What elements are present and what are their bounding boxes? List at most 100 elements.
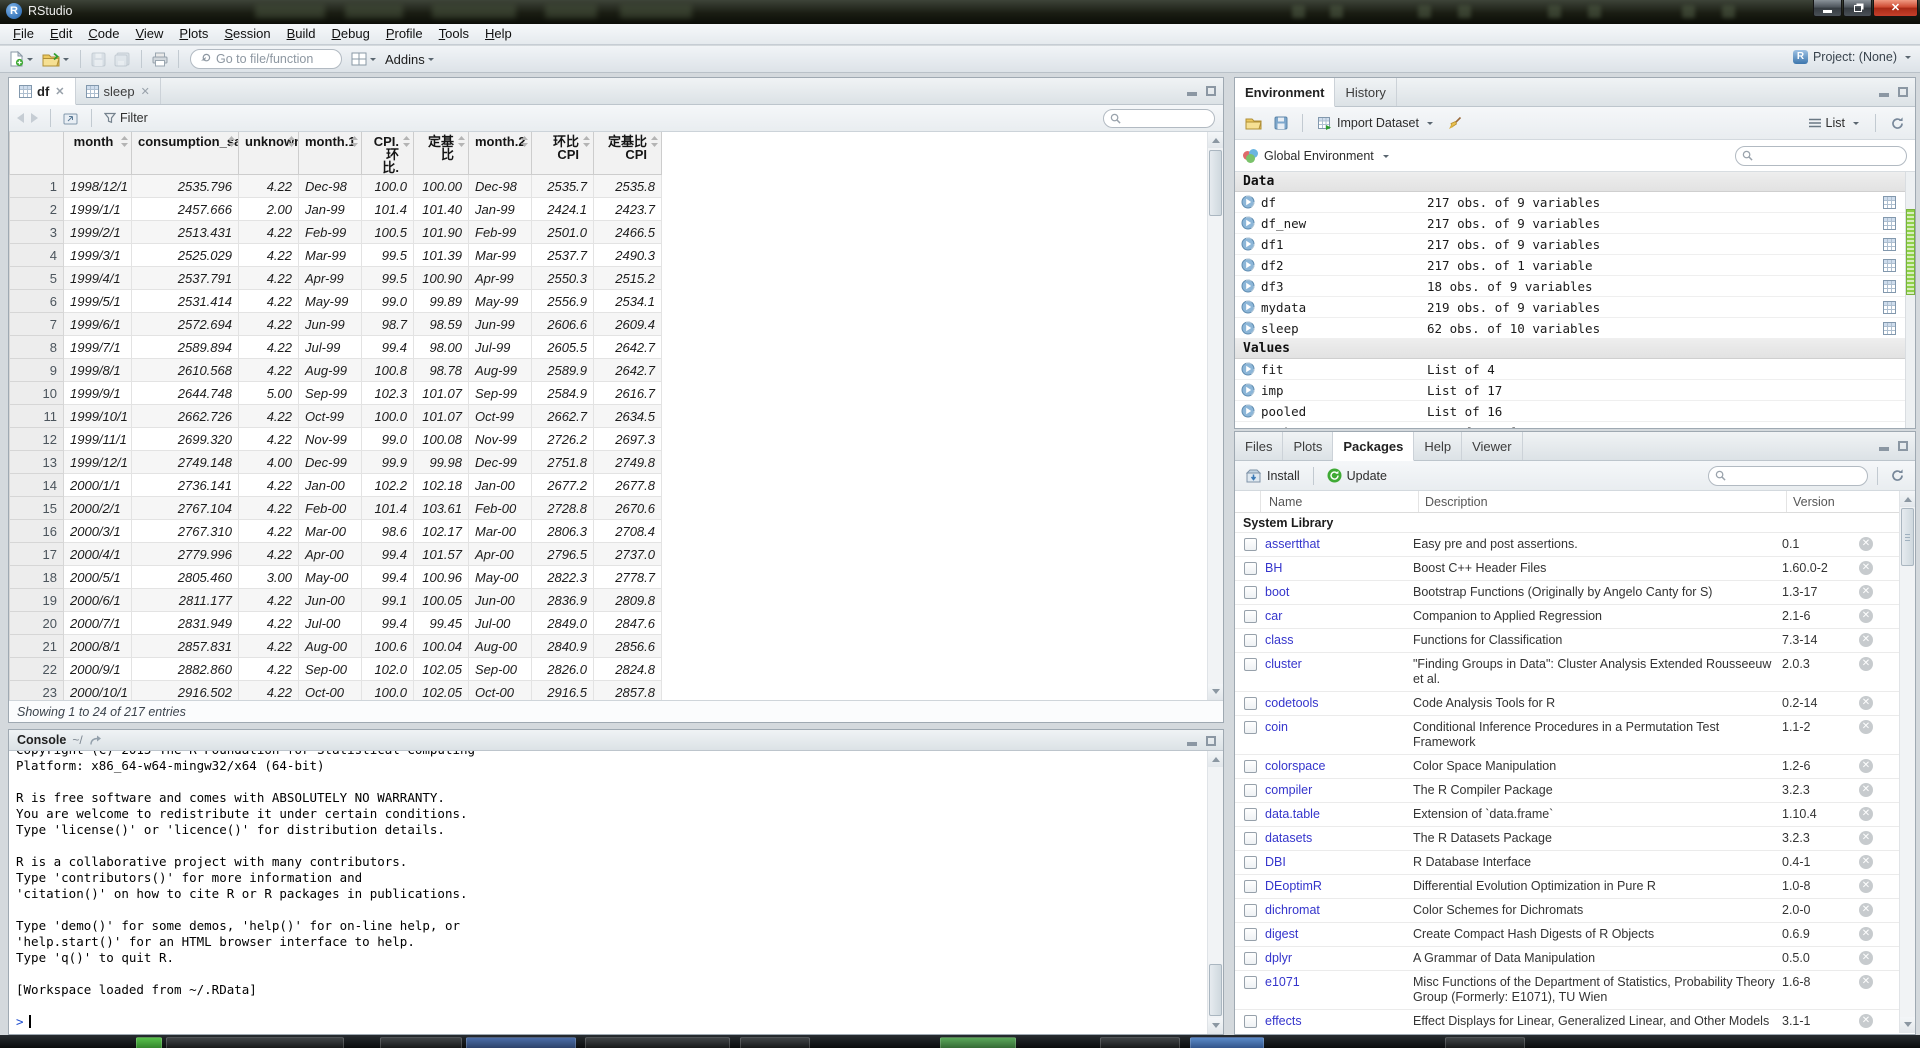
tab-history[interactable]: History: [1335, 78, 1397, 106]
menu-item-plots[interactable]: Plots: [171, 24, 216, 44]
expand-icon[interactable]: [1241, 321, 1255, 335]
update-button[interactable]: Update: [1323, 466, 1391, 485]
package-checkbox[interactable]: [1244, 880, 1257, 893]
open-in-new-window-icon[interactable]: [63, 112, 79, 125]
menu-item-view[interactable]: View: [127, 24, 171, 44]
sort-icon[interactable]: [121, 136, 128, 149]
minimize-pane-icon[interactable]: [1879, 93, 1889, 97]
package-remove-icon[interactable]: ✕: [1859, 975, 1873, 989]
package-name-link[interactable]: compiler: [1265, 782, 1413, 797]
package-name-link[interactable]: effects: [1265, 1013, 1413, 1028]
install-button[interactable]: Install: [1242, 467, 1304, 485]
environment-scrollbar[interactable]: [1905, 172, 1915, 428]
tab-help[interactable]: Help: [1414, 432, 1463, 460]
package-remove-icon[interactable]: ✕: [1859, 561, 1873, 575]
menu-item-file[interactable]: File: [5, 24, 42, 44]
maximize-pane-icon[interactable]: [1206, 86, 1216, 96]
package-checkbox[interactable]: [1244, 904, 1257, 917]
menu-item-build[interactable]: Build: [279, 24, 324, 44]
menu-item-debug[interactable]: Debug: [324, 24, 378, 44]
package-checkbox[interactable]: [1244, 697, 1257, 710]
window-restore-button[interactable]: [1843, 0, 1872, 17]
new-file-button[interactable]: [6, 48, 37, 70]
filter-button[interactable]: Filter: [104, 111, 148, 125]
taskbar-button[interactable]: [940, 1037, 1016, 1048]
column-description[interactable]: Description: [1419, 491, 1787, 512]
package-checkbox[interactable]: [1244, 784, 1257, 797]
package-name-link[interactable]: dichromat: [1265, 902, 1413, 917]
taskbar-button[interactable]: [1190, 1037, 1264, 1048]
tab-close-icon[interactable]: ✕: [141, 85, 150, 98]
package-name-link[interactable]: coin: [1265, 719, 1413, 734]
view-data-grid-icon[interactable]: [1883, 258, 1896, 272]
pane-layout-button[interactable]: [348, 48, 380, 70]
window-close-button[interactable]: ✕: [1873, 0, 1918, 17]
column-header[interactable]: month.1: [298, 132, 362, 175]
package-checkbox[interactable]: [1244, 856, 1257, 869]
taskbar-button[interactable]: [740, 1037, 810, 1048]
package-remove-icon[interactable]: ✕: [1859, 807, 1873, 821]
save-workspace-button[interactable]: [1271, 112, 1291, 134]
expand-icon[interactable]: [1241, 279, 1255, 293]
scroll-up-icon[interactable]: [1208, 132, 1223, 148]
package-remove-icon[interactable]: ✕: [1859, 585, 1873, 599]
open-file-button[interactable]: [39, 48, 73, 70]
environment-item[interactable]: df1 217 obs. of 9 variables: [1235, 234, 1905, 255]
package-checkbox[interactable]: [1244, 760, 1257, 773]
taskbar-button[interactable]: [1100, 1037, 1180, 1048]
scroll-down-icon[interactable]: [1208, 1018, 1223, 1034]
sort-icon[interactable]: [458, 136, 465, 149]
view-data-grid-icon[interactable]: [1883, 195, 1896, 209]
column-header[interactable]: consumption_sa: [131, 132, 239, 175]
print-button[interactable]: [149, 48, 171, 70]
package-name-link[interactable]: assertthat: [1265, 536, 1413, 551]
forward-icon[interactable]: [31, 113, 38, 123]
column-version[interactable]: Version: [1787, 491, 1873, 512]
menu-item-code[interactable]: Code: [80, 24, 127, 44]
packages-search-input[interactable]: [1708, 465, 1868, 486]
maximize-pane-icon[interactable]: [1898, 441, 1908, 451]
environment-item[interactable]: unknownnum [1:217] 4.22 2 4.22 4.22 4.22…: [1235, 422, 1905, 429]
menu-item-tools[interactable]: Tools: [431, 24, 477, 44]
package-name-link[interactable]: colorspace: [1265, 758, 1413, 773]
package-remove-icon[interactable]: ✕: [1859, 696, 1873, 710]
package-remove-icon[interactable]: ✕: [1859, 951, 1873, 965]
column-header[interactable]: month: [63, 132, 132, 175]
expand-icon[interactable]: [1241, 404, 1255, 418]
package-remove-icon[interactable]: ✕: [1859, 633, 1873, 647]
environment-item[interactable]: pooled List of 16: [1235, 401, 1905, 422]
package-name-link[interactable]: boot: [1265, 584, 1413, 599]
back-icon[interactable]: [17, 113, 24, 123]
tab-packages[interactable]: Packages: [1333, 432, 1415, 461]
package-remove-icon[interactable]: ✕: [1859, 903, 1873, 917]
package-checkbox[interactable]: [1244, 562, 1257, 575]
package-remove-icon[interactable]: ✕: [1859, 1014, 1873, 1028]
list-view-button[interactable]: List: [1805, 114, 1864, 132]
view-data-grid-icon[interactable]: [1883, 321, 1896, 335]
expand-icon[interactable]: [1241, 300, 1255, 314]
package-remove-icon[interactable]: ✕: [1859, 879, 1873, 893]
package-remove-icon[interactable]: ✕: [1859, 537, 1873, 551]
environment-item[interactable]: imp List of 17: [1235, 380, 1905, 401]
expand-icon[interactable]: [1241, 362, 1255, 376]
sort-icon[interactable]: [583, 136, 590, 149]
package-name-link[interactable]: car: [1265, 608, 1413, 623]
sort-icon[interactable]: [288, 136, 295, 149]
scrollbar-thumb[interactable]: [1209, 964, 1222, 1016]
environment-item[interactable]: df2 217 obs. of 1 variable: [1235, 255, 1905, 276]
environment-item[interactable]: df3 18 obs. of 9 variables: [1235, 276, 1905, 297]
scroll-down-icon[interactable]: [1900, 1017, 1915, 1033]
column-header[interactable]: 环比CPI: [531, 132, 594, 175]
package-checkbox[interactable]: [1244, 832, 1257, 845]
scroll-down-icon[interactable]: [1208, 684, 1223, 700]
tab-viewer[interactable]: Viewer: [1462, 432, 1523, 460]
taskbar-button[interactable]: [166, 1037, 344, 1048]
expand-icon[interactable]: [1241, 216, 1255, 230]
package-checkbox[interactable]: [1244, 586, 1257, 599]
scrollbar-thumb[interactable]: [1906, 209, 1915, 295]
environment-item[interactable]: df_new 217 obs. of 9 variables: [1235, 213, 1905, 234]
package-name-link[interactable]: datasets: [1265, 830, 1413, 845]
expand-icon[interactable]: [1241, 237, 1255, 251]
refresh-button[interactable]: [1887, 465, 1908, 487]
scroll-up-icon[interactable]: [1900, 491, 1915, 507]
